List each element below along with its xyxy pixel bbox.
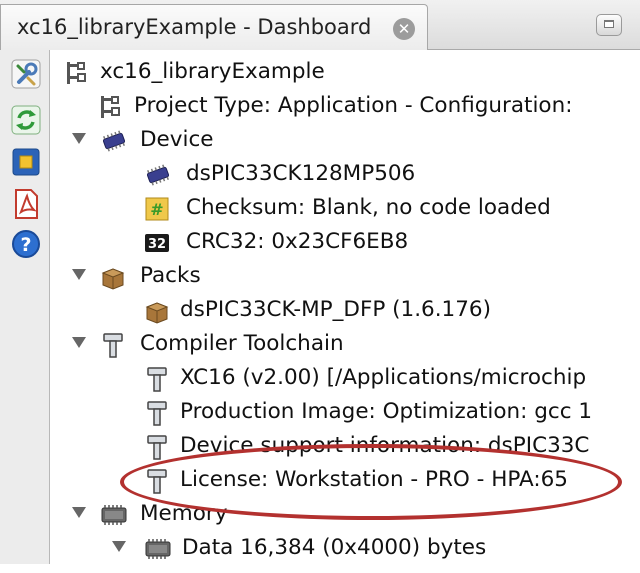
hammer-icon — [144, 468, 170, 494]
dashboard-tree: xc16_libraryExample Project Type: Applic… — [56, 50, 640, 564]
collapse-compiler-icon[interactable] — [72, 337, 86, 348]
collapse-data-icon[interactable] — [112, 541, 126, 552]
refresh-icon[interactable] — [10, 104, 42, 136]
project-type-label: Project Type: Application - Configuratio… — [134, 93, 573, 118]
crc32-badge: 32 — [148, 237, 166, 252]
editor-tab-bar: xc16_libraryExample - Dashboard ✕ — [0, 0, 640, 50]
wrench-settings-icon[interactable] — [10, 58, 42, 90]
collapse-device-icon[interactable] — [72, 133, 86, 144]
close-icon[interactable]: ✕ — [393, 18, 415, 40]
package-icon — [100, 264, 126, 290]
tree-item-memory[interactable]: Memory — [100, 497, 400, 531]
pack-dfp-label: dsPIC33CK-MP_DFP (1.6.176) — [180, 297, 491, 322]
dashboard-tab[interactable]: xc16_libraryExample - Dashboard ✕ — [0, 4, 428, 50]
hammer-icon — [144, 435, 170, 460]
data-memory-label: Data 16,384 (0x4000) bytes — [182, 535, 487, 560]
collapse-memory-icon[interactable] — [72, 507, 86, 518]
compiler-label: Compiler Toolchain — [140, 331, 344, 356]
device-label: Device — [140, 127, 214, 152]
production-image-label: Production Image: Optimization: gcc 1 — [180, 399, 593, 424]
checksum-label: Checksum: Blank, no code loaded — [186, 195, 551, 220]
package-icon — [144, 298, 170, 324]
chip-icon — [144, 162, 170, 188]
project-icon — [64, 60, 90, 86]
hammer-icon — [100, 332, 126, 358]
tree-item-data-memory[interactable]: Data 16,384 (0x4000) bytes — [144, 531, 624, 565]
collapse-packs-icon[interactable] — [72, 269, 86, 280]
restore-window-icon[interactable] — [596, 14, 622, 36]
dashboard-toolstrip: ? — [0, 50, 50, 564]
memory-label: Memory — [140, 501, 228, 526]
memory-icon — [100, 502, 127, 528]
packs-label: Packs — [140, 263, 201, 288]
license-label: License: Workstation - PRO - HPA:65 — [180, 467, 568, 492]
help-icon[interactable]: ? — [10, 228, 42, 260]
tree-item-production-image[interactable]: Production Image: Optimization: gcc 1 — [144, 395, 640, 429]
chip-icon — [100, 128, 126, 154]
device-name-label: dsPIC33CK128MP506 — [186, 161, 416, 186]
tree-item-project[interactable]: xc16_libraryExample — [64, 55, 624, 89]
xc16-label: XC16 (v2.00) [/Applications/microchip — [180, 365, 587, 390]
memory-icon — [144, 536, 171, 562]
tree-item-device-support[interactable]: Device support information: dsPIC33C — [144, 433, 640, 463]
chip-square-icon[interactable] — [10, 146, 42, 178]
svg-text:#: # — [150, 200, 163, 219]
hammer-icon — [144, 366, 170, 392]
hammer-icon — [144, 400, 170, 426]
tree-item-device[interactable]: Device — [100, 123, 500, 157]
tree-item-checksum[interactable]: # Checksum: Blank, no code loaded — [144, 191, 624, 225]
tree-item-compiler-toolchain[interactable]: Compiler Toolchain — [100, 327, 500, 361]
tree-item-crc32[interactable]: 32 CRC32: 0x23CF6EB8 — [144, 225, 544, 259]
crc32-icon: 32 — [144, 230, 170, 256]
tree-item-pack-dfp[interactable]: dsPIC33CK-MP_DFP (1.6.176) — [144, 293, 624, 327]
project-label: xc16_libraryExample — [100, 59, 325, 84]
tree-item-xc16[interactable]: XC16 (v2.00) [/Applications/microchip — [144, 361, 640, 395]
tree-item-project-type[interactable]: Project Type: Application - Configuratio… — [98, 89, 640, 123]
tab-title: xc16_libraryExample - Dashboard — [17, 15, 372, 39]
tree-item-device-name[interactable]: dsPIC33CK128MP506 — [144, 157, 544, 191]
tree-item-license[interactable]: License: Workstation - PRO - HPA:65 — [144, 463, 640, 497]
device-support-label: Device support information: dsPIC33C — [180, 433, 590, 458]
pdf-icon[interactable] — [10, 188, 42, 220]
checksum-icon: # — [144, 196, 170, 222]
tree-item-packs[interactable]: Packs — [100, 259, 400, 293]
project-icon — [98, 94, 124, 120]
crc32-label: CRC32: 0x23CF6EB8 — [186, 229, 409, 254]
svg-text:?: ? — [20, 234, 31, 256]
